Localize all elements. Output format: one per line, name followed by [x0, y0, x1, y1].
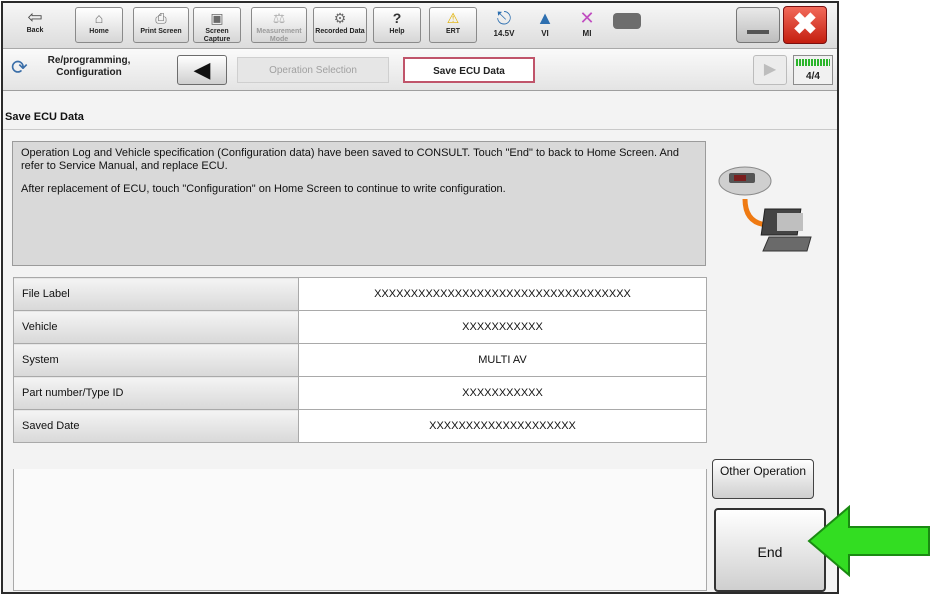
navigation-bar: ⟳ Re/programming, Configuration ◀ Operat…: [3, 49, 837, 91]
progress-text: 4/4: [806, 71, 820, 82]
recorded-data-icon: ⚙: [333, 10, 347, 26]
home-button[interactable]: ⌂ Home: [75, 7, 123, 43]
camera-icon: ▣: [210, 10, 224, 26]
row-label: File Label: [13, 277, 299, 311]
table-row: Saved Date XXXXXXXXXXXXXXXXXXXX: [13, 409, 707, 443]
row-label: Vehicle: [13, 310, 299, 344]
table-blank-area: [13, 469, 707, 591]
x-icon: ✕: [579, 8, 595, 28]
recorded-data-button[interactable]: ⚙ Recorded Data: [313, 7, 367, 43]
table-row: System MULTI AV: [13, 343, 707, 377]
ert-label: ERT: [446, 28, 460, 35]
row-value: XXXXXXXXXXXXXXXXXXXXXXXXXXXXXXXXXXX: [298, 277, 707, 311]
title-divider: [3, 129, 837, 130]
vi-label: VI: [541, 29, 549, 38]
help-button[interactable]: ? Help: [373, 7, 421, 43]
consult-window: ⇦ Back ⌂ Home ⎙ Print Screen ▣ Screen Ca…: [1, 1, 839, 594]
top-toolbar: ⇦ Back ⌂ Home ⎙ Print Screen ▣ Screen Ca…: [3, 3, 837, 49]
page-title: Save ECU Data: [5, 111, 84, 123]
row-label: Part number/Type ID: [13, 376, 299, 410]
reprogramming-icon: ⟳: [11, 57, 28, 79]
ecu-data-table: File Label XXXXXXXXXXXXXXXXXXXXXXXXXXXXXX…: [13, 277, 707, 443]
battery-voltage-status: ⎋ 14.5V: [486, 7, 522, 38]
mi-status: ✕ MI: [569, 7, 605, 38]
measurement-mode-label: Measurement Mode: [256, 28, 302, 43]
car-icon: ⎋: [496, 8, 512, 28]
screen-capture-button[interactable]: ▣ Screen Capture: [193, 7, 241, 43]
message-line-1: Operation Log and Vehicle specification …: [21, 147, 680, 172]
help-icon: ?: [392, 10, 402, 26]
help-label: Help: [389, 28, 405, 35]
back-label: Back: [26, 27, 44, 34]
voltage-label: 14.5V: [493, 29, 515, 38]
nav-next-button[interactable]: ▶: [753, 55, 787, 85]
ert-button[interactable]: ⚠ ERT: [429, 7, 477, 43]
mi-label: MI: [582, 29, 592, 38]
home-label: Home: [89, 28, 109, 35]
step-progress: 4/4: [793, 55, 833, 85]
close-icon: ✖: [792, 8, 818, 41]
row-label: Saved Date: [13, 409, 299, 443]
warning-icon: ⚠: [446, 10, 460, 26]
minimize-button[interactable]: [736, 7, 780, 43]
green-pointer-arrow-icon: [807, 505, 930, 577]
row-value: XXXXXXXXXXX: [298, 310, 707, 344]
car-to-laptop-illustration: [718, 166, 812, 252]
table-row: Part number/Type ID XXXXXXXXXXX: [13, 376, 707, 410]
row-label: System: [13, 343, 299, 377]
row-value: XXXXXXXXXXXXXXXXXXXX: [298, 409, 707, 443]
screen-capture-label: Screen Capture: [203, 28, 231, 43]
nav-back-button[interactable]: ◀: [177, 55, 227, 85]
triangle-left-icon: ◀: [193, 57, 211, 82]
nav-title: Re/programming, Configuration: [47, 55, 131, 78]
row-value: MULTI AV: [298, 343, 707, 377]
triangle-right-icon: ▶: [763, 61, 777, 78]
print-screen-button[interactable]: ⎙ Print Screen: [133, 7, 189, 43]
printer-icon: ⎙: [155, 10, 167, 26]
battery-icon: [613, 13, 641, 29]
crumb-operation-selection: Operation Selection: [237, 57, 389, 83]
message-line-2: After replacement of ECU, touch "Configu…: [21, 183, 506, 195]
measurement-icon: ⚖: [272, 10, 286, 26]
recorded-data-label: Recorded Data: [315, 28, 365, 35]
print-screen-label: Print Screen: [140, 28, 182, 35]
signal-icon: ▲: [536, 8, 554, 28]
row-value: XXXXXXXXXXX: [298, 376, 707, 410]
close-button[interactable]: ✖: [783, 6, 827, 44]
table-row: Vehicle XXXXXXXXXXX: [13, 310, 707, 344]
table-row: File Label XXXXXXXXXXXXXXXXXXXXXXXXXXXXXX…: [13, 277, 707, 311]
crumb-save-ecu-data: Save ECU Data: [403, 57, 535, 83]
back-button[interactable]: ⇦ Back: [11, 7, 59, 43]
left-arrow-icon: ⇦: [27, 7, 43, 27]
other-operation-button[interactable]: Other Operation: [712, 459, 814, 499]
home-icon: ⌂: [94, 10, 104, 26]
progress-bar: [796, 59, 830, 66]
measurement-mode-button[interactable]: ⚖ Measurement Mode: [251, 7, 307, 43]
vi-status: ▲ VI: [527, 7, 563, 38]
message-box: Operation Log and Vehicle specification …: [12, 141, 706, 266]
